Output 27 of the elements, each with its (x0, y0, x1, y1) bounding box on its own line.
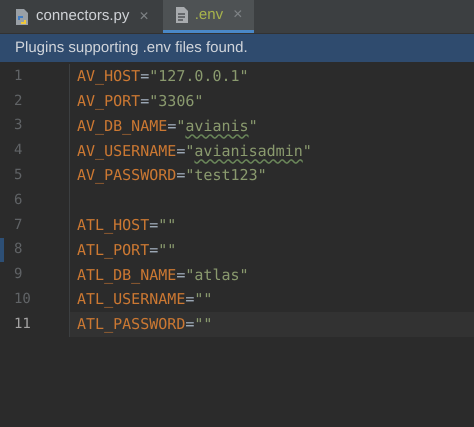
notification-banner: Plugins supporting .env files found. (0, 34, 474, 62)
line-number: 6 (13, 190, 22, 210)
code-line: AV_PASSWORD="test123" (76, 165, 267, 186)
line-number: 2 (13, 92, 22, 111)
line-number: 1 (13, 66, 22, 86)
code-line: ATL_USERNAME="" (76, 289, 212, 310)
code-line: ATL_PASSWORD="" (76, 314, 212, 336)
code-line: AV_DB_NAME="avianis" (76, 116, 258, 137)
code-line: ATL_HOST="" (76, 214, 176, 236)
code-line: ATL_PORT="" (76, 240, 176, 261)
line-number: 10 (13, 290, 31, 310)
line-number: 5 (13, 166, 22, 186)
code-line: ATL_DB_NAME="atlas" (76, 264, 249, 286)
line-number: 11 (13, 314, 31, 334)
line-number: 9 (13, 265, 22, 284)
python-file-icon (14, 8, 30, 26)
line-number: 4 (13, 141, 22, 160)
text-file-icon (174, 6, 189, 24)
editor-tab[interactable]: connectors.py × (0, 0, 163, 33)
close-icon[interactable]: × (139, 4, 149, 28)
code-line: AV_HOST="127.0.0.1" (76, 66, 249, 88)
code-line: AV_PORT="3306" (76, 90, 204, 112)
line-number: 7 (13, 216, 22, 235)
close-icon[interactable]: × (233, 3, 242, 27)
line-number: 3 (13, 116, 22, 136)
editor-tab[interactable]: .env × (162, 0, 254, 33)
code-line: AV_USERNAME="avianisadmin" (76, 140, 312, 162)
